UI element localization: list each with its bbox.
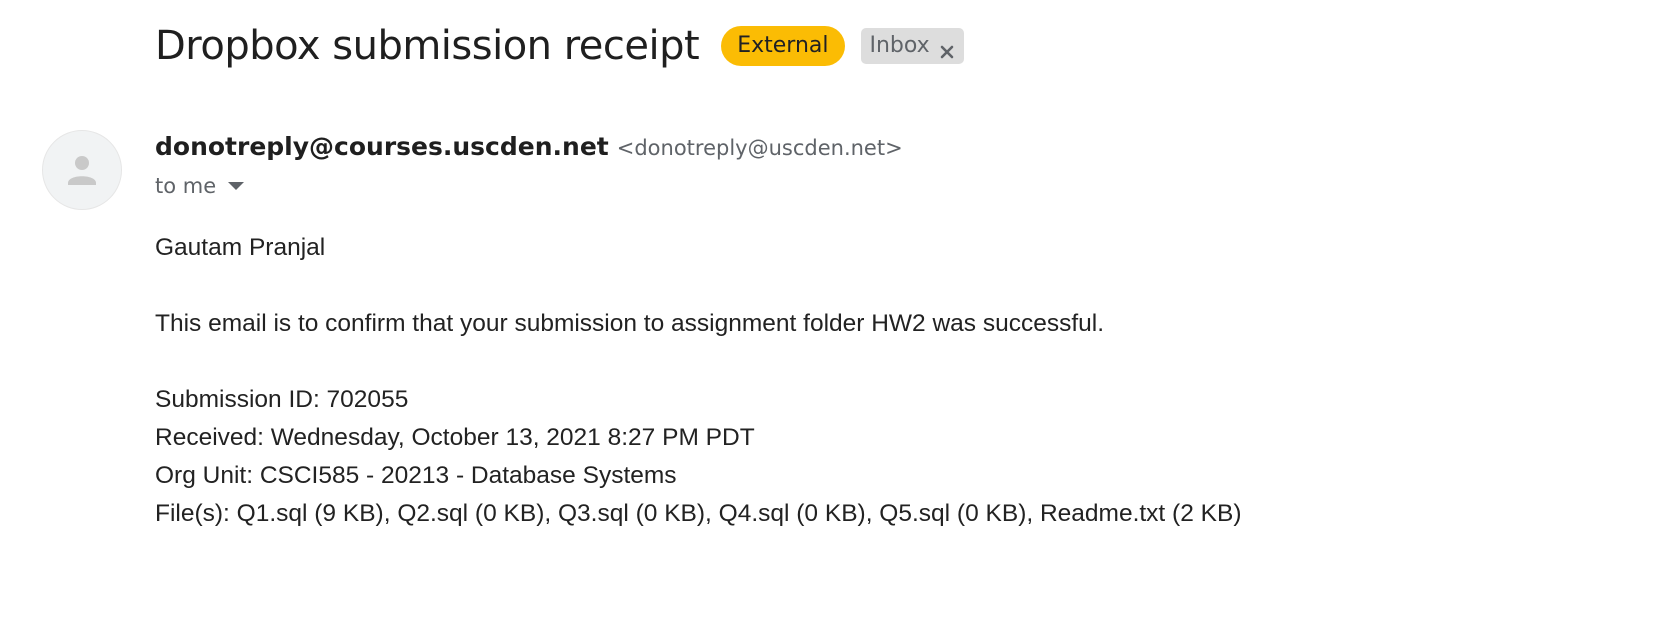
sender-email: <donotreply@uscden.net> — [616, 136, 903, 160]
recipient-text: to me — [155, 174, 217, 198]
body-received: Received: Wednesday, October 13, 2021 8:… — [155, 424, 755, 451]
sender-name[interactable]: donotreply@courses.uscden.net — [155, 132, 609, 161]
body-greeting: Gautam Pranjal — [155, 234, 326, 261]
person-icon — [68, 156, 96, 185]
recipient-details-toggle[interactable]: to me — [155, 174, 245, 198]
email-subject: Dropbox submission receipt — [155, 23, 700, 69]
inbox-label-text: Inbox — [869, 33, 930, 58]
body-submission-id: Submission ID: 702055 — [155, 386, 409, 413]
email-body: Gautam Pranjal This email is to confirm … — [155, 229, 1241, 533]
close-icon — [940, 45, 954, 59]
body-org-unit: Org Unit: CSCI585 - 20213 - Database Sys… — [155, 462, 677, 489]
sender-avatar[interactable] — [42, 130, 122, 210]
inbox-label[interactable]: Inbox — [860, 28, 964, 64]
body-confirmation: This email is to confirm that your submi… — [155, 310, 1105, 337]
remove-label-close-icon[interactable] — [938, 37, 956, 59]
subject-row: Dropbox submission receipt External Inbo… — [155, 18, 964, 74]
body-files: File(s): Q1.sql (9 KB), Q2.sql (0 KB), Q… — [155, 500, 1242, 527]
sender-row: donotreply@courses.uscden.net <donotrepl… — [155, 132, 903, 161]
caret-down-icon[interactable] — [228, 182, 245, 190]
external-label: External — [721, 26, 845, 66]
